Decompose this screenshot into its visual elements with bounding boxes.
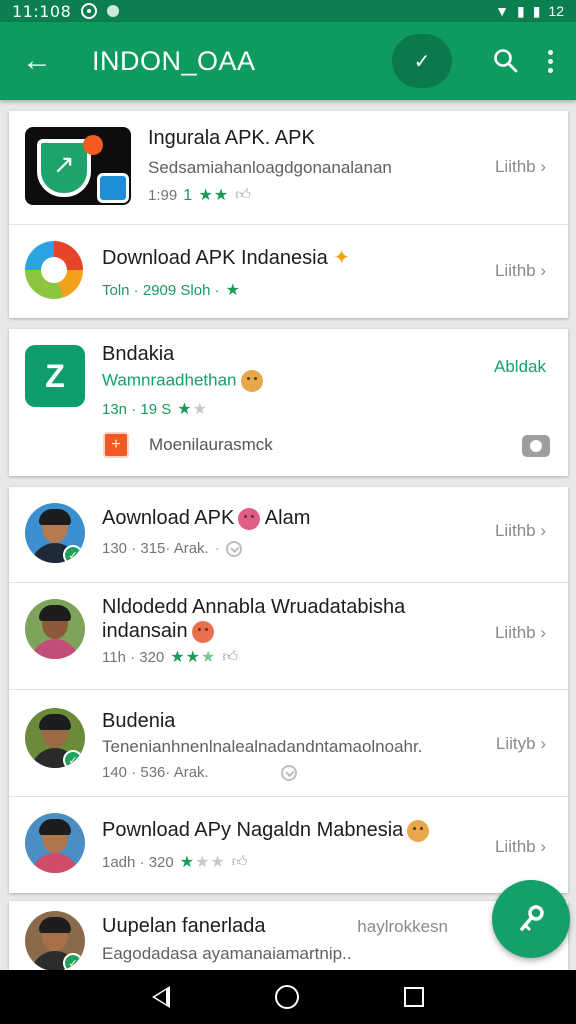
app-bar: ← INDON_OAA ✓ bbox=[0, 22, 576, 100]
app-meta: Toln · 2909 Sloh · ★ bbox=[102, 281, 241, 300]
app-name: Bndakia bbox=[102, 343, 175, 365]
camera-icon[interactable] bbox=[522, 435, 550, 457]
open-link[interactable]: Liithb › bbox=[495, 261, 546, 281]
avatar-man-3 bbox=[25, 813, 85, 873]
app-meta: 140 · 536· Arak. bbox=[102, 764, 478, 781]
fab-button[interactable] bbox=[492, 880, 570, 958]
mini-app-icon: + bbox=[103, 432, 129, 458]
check-button[interactable]: ✓ bbox=[392, 34, 452, 88]
battery-level: 12 bbox=[548, 3, 564, 19]
share-key-icon bbox=[520, 905, 544, 931]
app-meta: 13n · 19 S ★★ bbox=[102, 400, 208, 419]
app-meta: 11h · 320 ★★★ 👍︎ bbox=[102, 648, 238, 666]
open-link[interactable]: Liithb › bbox=[495, 521, 546, 541]
open-link[interactable]: Liithb › bbox=[495, 623, 546, 643]
emoji-icon bbox=[407, 819, 430, 842]
list-item[interactable]: ✓ Budenia Tenenianhnenlnalealnadandntama… bbox=[9, 690, 568, 797]
search-icon[interactable] bbox=[482, 34, 530, 88]
open-link[interactable]: Liithb › bbox=[495, 157, 546, 177]
open-link[interactable]: haylrokkesn bbox=[357, 917, 448, 937]
nav-back-icon[interactable] bbox=[152, 986, 171, 1008]
rating-stars: ★ bbox=[225, 282, 241, 299]
list-item[interactable]: Ingurala APK. APK Sedsamiahanloagdgonana… bbox=[9, 111, 568, 225]
avatar-man-1: ✓ bbox=[25, 503, 85, 563]
app-name: Nldodedd Annabla Wruadatabisha indansain bbox=[102, 596, 406, 643]
thumbs-up-icon: 👍︎ bbox=[235, 186, 251, 203]
app-meta: 1adh · 320 ★★★ 👍︎ bbox=[102, 853, 248, 871]
app-name: Budenia bbox=[102, 710, 176, 732]
check-icon: ✓ bbox=[413, 50, 431, 73]
list-item[interactable]: Nldodedd Annabla Wruadatabisha indansain … bbox=[9, 583, 568, 690]
list-item[interactable]: Z Bndakia Wamnraadhethan 13n · 19 S ★★ A… bbox=[9, 329, 568, 476]
list-item[interactable]: Pownload APy Nagaldn Mabnesia 1adh · 320… bbox=[9, 797, 568, 893]
nav-bar bbox=[0, 970, 576, 1024]
avatar-man-2: ✓ bbox=[25, 708, 85, 768]
app-name: Pownload APy Nagaldn Mabnesia bbox=[102, 819, 458, 842]
app-card-2: Z Bndakia Wamnraadhethan 13n · 19 S ★★ A… bbox=[9, 329, 568, 476]
notification-dot-icon bbox=[107, 5, 120, 17]
install-link[interactable]: Abldak bbox=[494, 357, 546, 377]
app-name: Aownload APK Alam bbox=[102, 507, 311, 530]
app-card-4: ✓ Uupelan fanerlada Eagodadasa ayamanaia… bbox=[9, 901, 568, 970]
app-desc: Tenenianhnenlnalealnadandntamaolnoahr. bbox=[102, 737, 423, 756]
signal-icon: ▮ bbox=[516, 2, 525, 19]
list-item[interactable]: Download APK Indanesia ✦ Toln · 2909 Slo… bbox=[9, 225, 568, 318]
app-card-3: ✓ Aownload APK Alam 130 · 315· Arak. · L… bbox=[9, 487, 568, 893]
battery-icon: ▮ bbox=[532, 2, 541, 19]
app-name: Ingurala APK. APK bbox=[148, 127, 315, 149]
emoji-icon bbox=[191, 620, 214, 643]
sub-label: Moenilaurasmck bbox=[149, 435, 273, 454]
open-link[interactable]: Liityb › bbox=[496, 734, 546, 754]
app-desc: Wamnraadhethan bbox=[102, 370, 478, 392]
app-name: Download APK Indanesia ✦ bbox=[102, 247, 351, 269]
rating-stars: ★★ bbox=[177, 401, 208, 418]
open-link[interactable]: Liithb › bbox=[495, 837, 546, 857]
download-check-icon bbox=[280, 764, 297, 781]
download-check-icon bbox=[225, 540, 242, 557]
emoji-icon bbox=[238, 507, 261, 530]
rating-stars: ★★★ bbox=[179, 854, 226, 871]
app-meta: 130 · 315· Arak. · bbox=[102, 540, 478, 557]
shield-app-icon bbox=[25, 127, 131, 205]
app-meta: 1:99 1 ★★ 👍︎ bbox=[148, 186, 251, 204]
rating-stars: ★★★ bbox=[170, 649, 217, 666]
nav-recents-icon[interactable] bbox=[403, 987, 424, 1007]
list-item[interactable]: ✓ Aownload APK Alam 130 · 315· Arak. · L… bbox=[9, 487, 568, 583]
green-app-icon: Z bbox=[25, 345, 85, 407]
thumbs-up-icon: 👍︎ bbox=[222, 648, 238, 665]
compass-app-icon bbox=[25, 241, 83, 299]
rating-stars: 1 ★★ bbox=[183, 187, 230, 204]
wifi-icon: ▼ bbox=[495, 3, 509, 19]
avatar-man-4: ✓ bbox=[25, 911, 85, 970]
thumbs-up-icon: 👍︎ bbox=[231, 853, 248, 870]
more-vert-icon[interactable] bbox=[530, 49, 570, 73]
app-desc: Eagodadasa ayamanaiamartnip.. bbox=[102, 944, 352, 963]
list-item[interactable]: ✓ Uupelan fanerlada Eagodadasa ayamanaia… bbox=[9, 901, 568, 970]
emoji-icon bbox=[240, 370, 263, 392]
avatar-woman bbox=[25, 599, 85, 659]
app-desc: Sedsamiahanloagdgonanalanan bbox=[148, 158, 392, 177]
alarm-icon bbox=[81, 3, 98, 19]
nav-home-icon[interactable] bbox=[274, 985, 299, 1009]
app-card-1: Ingurala APK. APK Sedsamiahanloagdgonana… bbox=[9, 111, 568, 318]
status-bar: 11:108 ▼ ▮ ▮ 12 bbox=[0, 0, 576, 22]
arrow-back-icon[interactable]: ← bbox=[0, 22, 74, 100]
status-time: 11:108 bbox=[12, 1, 72, 21]
page-title: INDON_OAA bbox=[92, 45, 256, 76]
